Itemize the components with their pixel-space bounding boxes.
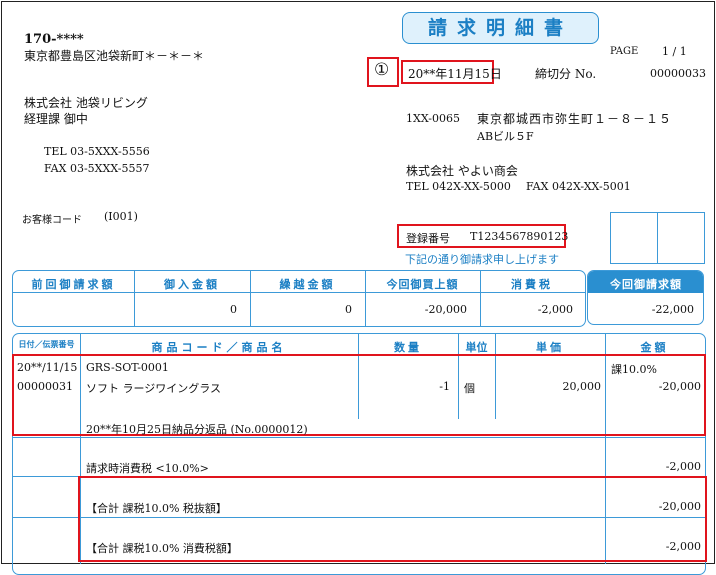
page-value: 1 / 1 <box>662 45 687 58</box>
detail-header-amount: 金額 <box>640 341 669 354</box>
page-label: PAGE <box>610 46 639 57</box>
tax-line-label: 請求時消費税 <10.0%> <box>86 462 209 475</box>
issuer-company: 株式会社 やよい商会 <box>406 164 518 178</box>
customer-dept: 経理課 御中 <box>24 112 88 126</box>
row-price: 20,000 <box>562 380 602 393</box>
issuer-postal: 1XX-0065 <box>406 112 460 125</box>
document-number: 00000033 <box>650 67 706 80</box>
total-ex-tax-label: 【合計 課税10.0% 税抜額】 <box>86 502 227 515</box>
document-title: 請求明細書 <box>402 12 599 44</box>
total-tax-label: 【合計 課税10.0% 消費税額】 <box>86 542 238 555</box>
summary-header-carryover: 繰越金額 <box>279 278 336 291</box>
row-date: 20**/11/15 <box>17 361 78 374</box>
row-amount: -20,000 <box>658 380 701 393</box>
detail-header-unit: 単位 <box>465 341 488 354</box>
summary-value-payment: 0 <box>230 303 237 316</box>
customer-code: (I001) <box>104 210 138 223</box>
issuer-tel: TEL 042X-XX-5000 <box>406 180 511 193</box>
row-unit: 個 <box>464 382 475 395</box>
summary-header-tax: 消費税 <box>511 278 553 291</box>
stamp-box-2 <box>657 212 705 264</box>
total-tax-amount: -2,000 <box>665 540 701 553</box>
summary-header-payment: 御入金額 <box>164 278 220 291</box>
detail-header-product: 商品コード／商品名 <box>151 341 287 354</box>
summary-divider <box>13 292 585 293</box>
customer-tel: TEL 03-5XXX-5556 <box>44 145 150 158</box>
customer-address: 東京都豊島区池袋新町＊－＊－＊ <box>24 49 205 63</box>
row-slip-number: 00000031 <box>17 380 73 393</box>
customer-postal: 170-**** <box>24 32 84 47</box>
row-return-note: 20**年10月25日納品分返品 (No.0000012) <box>86 423 308 436</box>
row-tax-type: 課10.0% <box>611 363 657 376</box>
detail-row-divider <box>13 437 705 438</box>
tax-line-amount: -2,000 <box>665 460 701 473</box>
row-product-name: ソフト ラージワイングラス <box>86 382 222 395</box>
summary-header-purchases: 今回御買上額 <box>386 278 459 291</box>
issuer-address2: ABビル５F <box>477 130 534 143</box>
summary-header-current: 今回御請求額 <box>610 278 682 291</box>
summary-header-prev: 前回御請求額 <box>31 278 116 291</box>
issuer-fax: FAX 042X-XX-5001 <box>526 180 631 193</box>
registration-number: T1234567890123 <box>470 230 569 243</box>
customer-fax: FAX 03-5XXX-5557 <box>44 162 150 175</box>
registration-label: 登録番号 <box>406 232 450 245</box>
issuer-address1: 東京都城西市弥生町１－８－１５ <box>477 112 673 126</box>
customer-code-label: お客様コード <box>22 215 82 226</box>
detail-header-qty: 数量 <box>394 341 422 354</box>
billing-note: 下記の通り御請求申し上げます <box>405 253 559 266</box>
summary-value-current: -22,000 <box>651 303 694 316</box>
row-qty: -1 <box>439 380 450 393</box>
summary-value-tax: -2,000 <box>537 303 573 316</box>
invoice-date: 20**年11月15日 <box>408 67 502 81</box>
customer-company: 株式会社 池袋リビング <box>24 96 148 110</box>
summary-value-carryover: 0 <box>345 303 352 316</box>
marker-number: ① <box>374 60 390 80</box>
row-product-code: GRS-SOT-0001 <box>86 361 169 374</box>
summary-value-purchases: -20,000 <box>424 303 467 316</box>
detail-header-date: 日付／伝票番号 <box>18 340 75 349</box>
stamp-box-1 <box>610 212 658 264</box>
cutoff-label: 締切分 No. <box>535 67 597 81</box>
total-ex-tax-amount: -20,000 <box>658 500 701 513</box>
detail-header-price: 単価 <box>536 341 564 354</box>
